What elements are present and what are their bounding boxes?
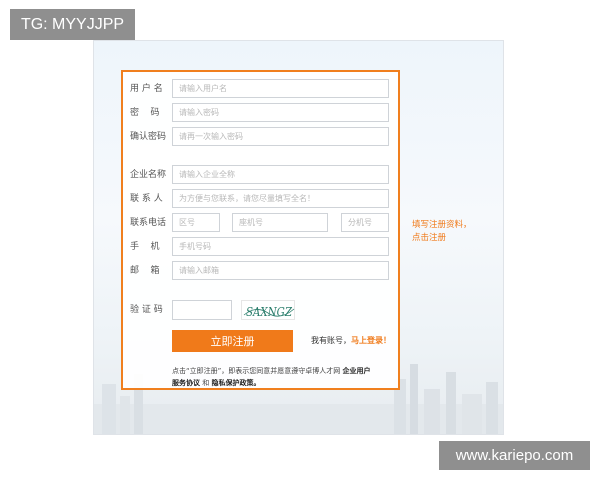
side-tip-line1: 填写注册资料， <box>412 220 472 230</box>
watermark-top-left: TG: MYYJJPP <box>10 9 135 40</box>
confirm-password-input[interactable] <box>172 127 389 146</box>
agreement-note: 点击“立即注册”，即表示您同意并愿意遵守卓博人才网 企业用户 服务协议 和 隐私… <box>172 365 396 389</box>
captcha-input[interactable] <box>172 300 232 320</box>
email-label: 邮 箱 <box>130 266 160 276</box>
landline-input[interactable] <box>232 213 328 232</box>
phone-label: 联系电话 <box>130 218 167 228</box>
and-text: 和 <box>202 379 210 387</box>
password-input[interactable] <box>172 103 389 122</box>
email-input[interactable] <box>172 261 389 280</box>
password-label: 密 码 <box>130 108 160 118</box>
contact-person-input[interactable] <box>172 189 389 208</box>
side-tip-line2: 点击注册 <box>412 233 447 243</box>
side-tip: 填写注册资料， 点击注册 <box>412 219 492 245</box>
extension-input[interactable] <box>341 213 389 232</box>
login-link[interactable]: 马上登录！ <box>351 336 391 345</box>
company-label: 企业名称 <box>130 170 167 180</box>
service-agreement-link[interactable]: 服务协议 <box>172 379 200 387</box>
mobile-input[interactable] <box>172 237 389 256</box>
register-button[interactable]: 立即注册 <box>172 330 293 352</box>
agreement-prefix: 点击“立即注册”，即表示您同意并愿意遵守卓博人才网 <box>172 367 341 375</box>
enterprise-user-text: 企业用户 <box>342 367 371 375</box>
have-account-text: 我有账号， <box>311 336 351 345</box>
username-input[interactable] <box>172 79 389 98</box>
confirm-password-label: 确认密码 <box>130 132 167 142</box>
login-prompt: 我有账号，马上登录！ <box>311 335 391 346</box>
area-code-input[interactable] <box>172 213 220 232</box>
company-name-input[interactable] <box>172 165 389 184</box>
captcha-text: SAXNGZ <box>246 305 293 319</box>
watermark-bottom-right: www.kariepo.com <box>439 441 590 470</box>
username-label: 用 户 名 <box>130 84 163 94</box>
mobile-label: 手 机 <box>130 242 160 252</box>
privacy-policy-link[interactable]: 隐私保护政策。 <box>211 379 260 387</box>
contact-label: 联 系 人 <box>130 194 163 204</box>
captcha-label: 验 证 码 <box>130 305 163 315</box>
captcha-image[interactable]: SAXNGZ <box>241 300 295 320</box>
